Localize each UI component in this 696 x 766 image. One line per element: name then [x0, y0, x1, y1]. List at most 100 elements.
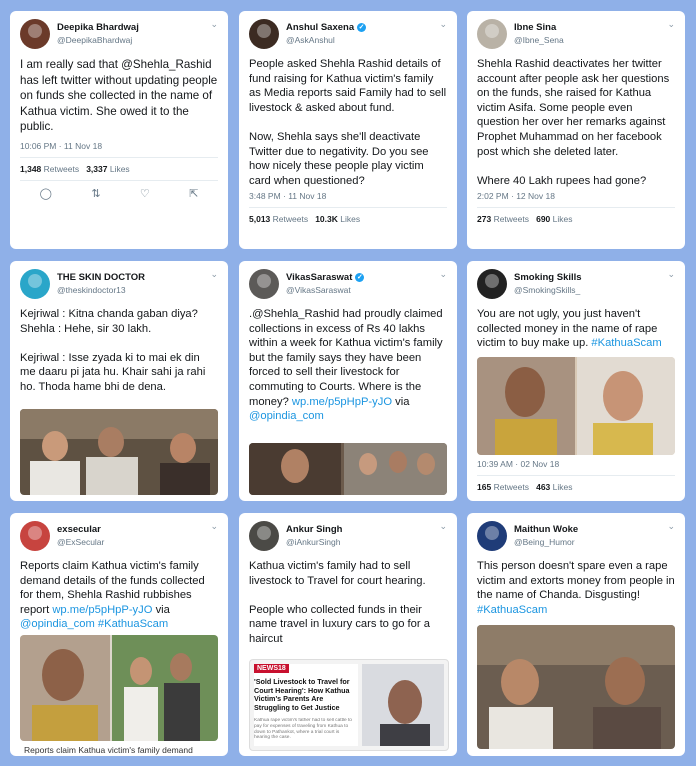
- tweet-text: People asked Shehla Rashid details of fu…: [249, 58, 447, 187]
- tweet-card-ibne-sina[interactable]: Ibne Sina @Ibne_Sena ⌄ Shehla Rashid dea…: [467, 11, 685, 249]
- display-name[interactable]: Deepika Bhardwaj: [57, 21, 139, 34]
- tweet-text: This person doesn't spare even a rape vi…: [477, 559, 675, 617]
- tweet-photo[interactable]: [20, 409, 218, 495]
- tweet-stats: 165 Retweets 463 Likes: [477, 475, 675, 492]
- avatar[interactable]: [477, 521, 507, 551]
- retweets-label: Retweets: [43, 163, 80, 174]
- avatar[interactable]: [477, 19, 507, 49]
- user-handle[interactable]: @AskAnshul: [286, 34, 366, 47]
- chevron-down-icon[interactable]: ⌄: [667, 521, 675, 532]
- like-count[interactable]: 690: [536, 214, 550, 224]
- chevron-down-icon[interactable]: ⌄: [210, 521, 218, 532]
- tweet-timestamp[interactable]: 2:02 PM · 12 Nov 18: [477, 191, 675, 201]
- tweet-header: Ibne Sina @Ibne_Sena ⌄: [477, 19, 675, 53]
- display-name[interactable]: Smoking Skills: [514, 271, 582, 284]
- tweet-timestamp[interactable]: 10:39 AM · 02 Nov 18: [477, 459, 559, 469]
- verified-badge-icon: ✓: [357, 22, 367, 32]
- avatar[interactable]: [249, 521, 279, 551]
- avatar[interactable]: [20, 521, 50, 551]
- user-handle[interactable]: @VikasSaraswat: [286, 284, 364, 297]
- share-icon[interactable]: ⇱: [189, 187, 198, 200]
- display-name[interactable]: THE SKIN DOCTOR: [57, 271, 145, 284]
- tweet-card-deepika[interactable]: Deepika Bhardwaj @DeepikaBhardwaj ⌄ I am…: [10, 11, 228, 249]
- tweet-photo[interactable]: NEWS18 'Sold Livestock to Travel for Cou…: [249, 659, 449, 751]
- user-handle[interactable]: @iAnkurSingh: [286, 536, 342, 549]
- like-count[interactable]: 3,337: [86, 164, 107, 174]
- avatar[interactable]: [249, 19, 279, 49]
- tweet-card-maithun[interactable]: Maithun Woke @Being_Humor ⌄ This person …: [467, 513, 685, 756]
- retweet-count[interactable]: 5,013: [249, 214, 270, 224]
- tweet-text: Kathua victim's family had to sell lives…: [249, 560, 430, 645]
- like-count[interactable]: 10.3K: [315, 214, 338, 224]
- chevron-down-icon[interactable]: ⌄: [439, 19, 447, 30]
- tweet-timestamp[interactable]: 10:06 PM · 11 Nov 18: [20, 141, 218, 151]
- retweets-label: Retweets: [493, 482, 529, 492]
- tweet-card-skin-doctor[interactable]: THE SKIN DOCTOR @theskindoctor13 ⌄ Kejri…: [10, 261, 228, 501]
- retweet-icon[interactable]: ⇅: [91, 187, 100, 200]
- tweet-photo[interactable]: [20, 635, 218, 741]
- tweet-photo[interactable]: [477, 357, 675, 455]
- avatar[interactable]: [249, 269, 279, 299]
- avatar[interactable]: [20, 269, 50, 299]
- news-subtext: Kathua rape victim's father had to sell …: [254, 718, 352, 741]
- tweet-card-vikas[interactable]: VikasSaraswat ✓ @VikasSaraswat ⌄ .@Shehla…: [239, 261, 457, 501]
- display-name[interactable]: Ankur Singh: [286, 523, 342, 536]
- hashtag-link[interactable]: #KathuaScam: [477, 604, 547, 616]
- chevron-down-icon[interactable]: ⌄: [210, 269, 218, 280]
- reply-icon[interactable]: ◯: [40, 187, 52, 200]
- user-handle[interactable]: @Ibne_Sena: [514, 34, 564, 47]
- retweet-count[interactable]: 165: [477, 482, 491, 492]
- tweet-link[interactable]: wp.me/p5pHpP-yJO: [292, 396, 392, 408]
- display-name[interactable]: Maithun Woke: [514, 523, 578, 536]
- tweet-actions: ◯ ⇅ ♡ ⇱: [20, 179, 218, 200]
- tweet-photo[interactable]: [477, 625, 675, 749]
- tweet-header: Smoking Skills @SmokingSkills_ ⌄: [477, 269, 675, 303]
- tweet-header: exsecular @ExSecular ⌄: [20, 521, 218, 555]
- hashtag-link[interactable]: #KathuaScam: [591, 337, 661, 349]
- chevron-down-icon[interactable]: ⌄: [667, 269, 675, 280]
- tweet-stats: 1,348 Retweets 3,337 Likes: [20, 156, 218, 174]
- user-handle[interactable]: @ExSecular: [57, 536, 104, 549]
- mention-link[interactable]: @opindia_com: [20, 618, 95, 630]
- retweet-count[interactable]: 273: [477, 214, 491, 224]
- tweet-card-anshul[interactable]: Anshul Saxena ✓ @AskAnshul ⌄ People asked…: [239, 11, 457, 249]
- news-logo: NEWS18: [254, 664, 289, 673]
- retweets-label: Retweets: [493, 214, 529, 225]
- chevron-down-icon[interactable]: ⌄: [210, 19, 218, 30]
- likes-label: Likes: [552, 214, 573, 225]
- avatar[interactable]: [477, 269, 507, 299]
- mention-link[interactable]: @opindia_com: [249, 410, 324, 422]
- display-name[interactable]: exsecular: [57, 523, 104, 536]
- tweet-photo[interactable]: [249, 443, 447, 495]
- retweets-label: Retweets: [272, 214, 309, 225]
- user-handle[interactable]: @DeepikaBhardwaj: [57, 34, 139, 47]
- tweet-stats: 5,013 Retweets 10.3K Likes: [249, 207, 447, 224]
- tweet-header: VikasSaraswat ✓ @VikasSaraswat ⌄: [249, 269, 447, 303]
- tweet-card-smoking-skills[interactable]: Smoking Skills @SmokingSkills_ ⌄ You are…: [467, 261, 685, 501]
- photo-caption: Reports claim Kathua victim's family dem…: [24, 745, 193, 755]
- tweet-header: Maithun Woke @Being_Humor ⌄: [477, 521, 675, 555]
- retweet-count[interactable]: 1,348: [20, 164, 41, 174]
- user-handle[interactable]: @Being_Humor: [514, 536, 578, 549]
- chevron-down-icon[interactable]: ⌄: [667, 19, 675, 30]
- user-handle[interactable]: @SmokingSkills_: [514, 284, 582, 297]
- tweet-card-ankur[interactable]: Ankur Singh @iAnkurSingh ⌄ Kathua victim…: [239, 513, 457, 756]
- via-text: via: [395, 395, 410, 408]
- like-count[interactable]: 463: [536, 482, 550, 492]
- like-icon[interactable]: ♡: [140, 187, 150, 200]
- display-name[interactable]: VikasSaraswat: [286, 272, 352, 283]
- user-handle[interactable]: @theskindoctor13: [57, 284, 145, 297]
- tweet-text: Shehla Rashid deactivates her twitter ac…: [477, 58, 670, 187]
- display-name[interactable]: Ibne Sina: [514, 21, 564, 34]
- tweet-card-exsecular[interactable]: exsecular @ExSecular ⌄ Reports claim Kat…: [10, 513, 228, 756]
- display-name[interactable]: Anshul Saxena: [286, 22, 354, 33]
- tweet-link[interactable]: wp.me/p5pHpP-yJO: [52, 604, 152, 616]
- hashtag-link[interactable]: #KathuaScam: [98, 618, 168, 630]
- avatar[interactable]: [20, 19, 50, 49]
- chevron-down-icon[interactable]: ⌄: [439, 521, 447, 532]
- tweet-timestamp[interactable]: 3:48 PM · 11 Nov 18: [249, 191, 447, 201]
- likes-label: Likes: [340, 214, 361, 225]
- chevron-down-icon[interactable]: ⌄: [439, 269, 447, 280]
- news-headline[interactable]: 'Sold Livestock to Travel for Court Hear…: [254, 677, 356, 712]
- tweet-header: Deepika Bhardwaj @DeepikaBhardwaj ⌄: [20, 19, 218, 53]
